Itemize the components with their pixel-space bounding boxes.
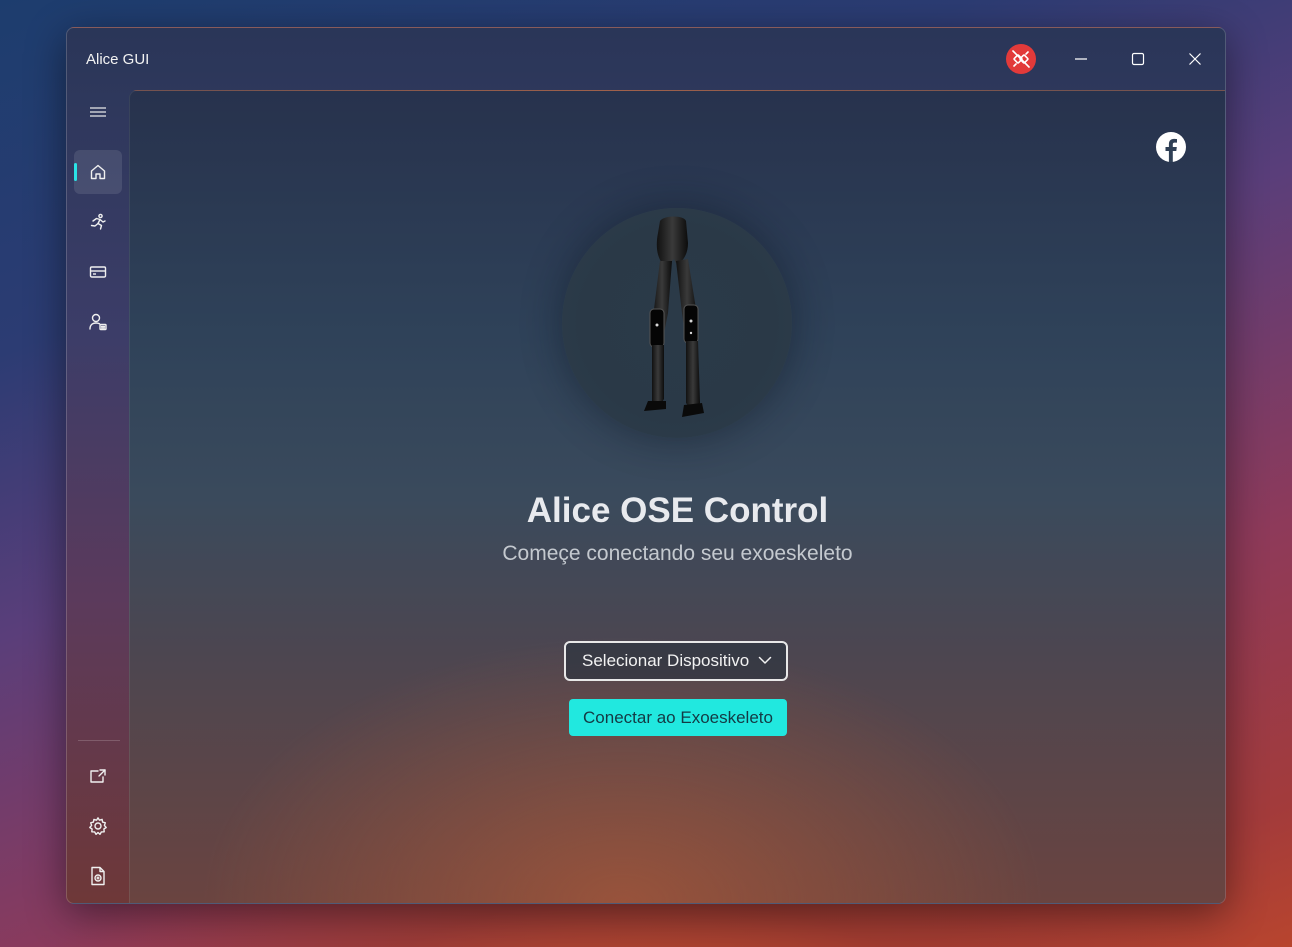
sidebar-item-settings[interactable] — [74, 804, 122, 848]
menu-toggle-button[interactable] — [74, 90, 122, 134]
exoskeleton-image — [562, 208, 792, 438]
facebook-icon[interactable] — [1156, 132, 1186, 162]
sidebar-item-home[interactable] — [74, 150, 122, 194]
minimize-icon — [1075, 58, 1087, 60]
card-icon — [89, 266, 107, 278]
sidebar-item-docs[interactable] — [74, 854, 122, 898]
sidebar-item-activity[interactable] — [74, 200, 122, 244]
device-select-dropdown[interactable]: Selecionar Dispositivo — [564, 641, 788, 681]
sidebar — [67, 90, 129, 903]
connect-button[interactable]: Conectar ao Exoeskeleto — [569, 699, 787, 736]
hamburger-icon — [90, 107, 106, 117]
main-content: Alice OSE Control Começe conectando seu … — [129, 90, 1225, 903]
window-title: Alice GUI — [86, 51, 150, 68]
close-icon — [1189, 53, 1201, 65]
running-person-icon — [90, 213, 106, 230]
title-bar: Alice GUI — [67, 28, 1225, 90]
active-indicator — [74, 163, 77, 181]
plug-disconnected-icon[interactable] — [1006, 44, 1036, 74]
sidebar-item-devices[interactable] — [74, 250, 122, 294]
sidebar-separator — [78, 740, 120, 741]
sidebar-item-profile[interactable] — [74, 300, 122, 344]
gear-icon — [89, 817, 107, 835]
sidebar-item-external[interactable] — [74, 754, 122, 798]
maximize-icon — [1131, 52, 1145, 66]
chevron-down-icon — [758, 656, 772, 664]
maximize-button[interactable] — [1115, 40, 1161, 78]
app-window: Alice GUI Alice OSE Control Começe conec… — [66, 27, 1226, 904]
person-settings-icon — [89, 313, 107, 331]
minimize-button[interactable] — [1058, 40, 1104, 78]
device-select-value: Selecionar Dispositivo — [582, 651, 750, 670]
open-external-icon — [90, 769, 106, 783]
document-icon — [91, 866, 105, 886]
app-headline: Alice OSE Control — [526, 491, 829, 530]
home-icon — [90, 164, 106, 180]
close-button[interactable] — [1172, 40, 1218, 78]
app-subtitle: Começe conectando seu exoeskeleto — [502, 542, 853, 565]
